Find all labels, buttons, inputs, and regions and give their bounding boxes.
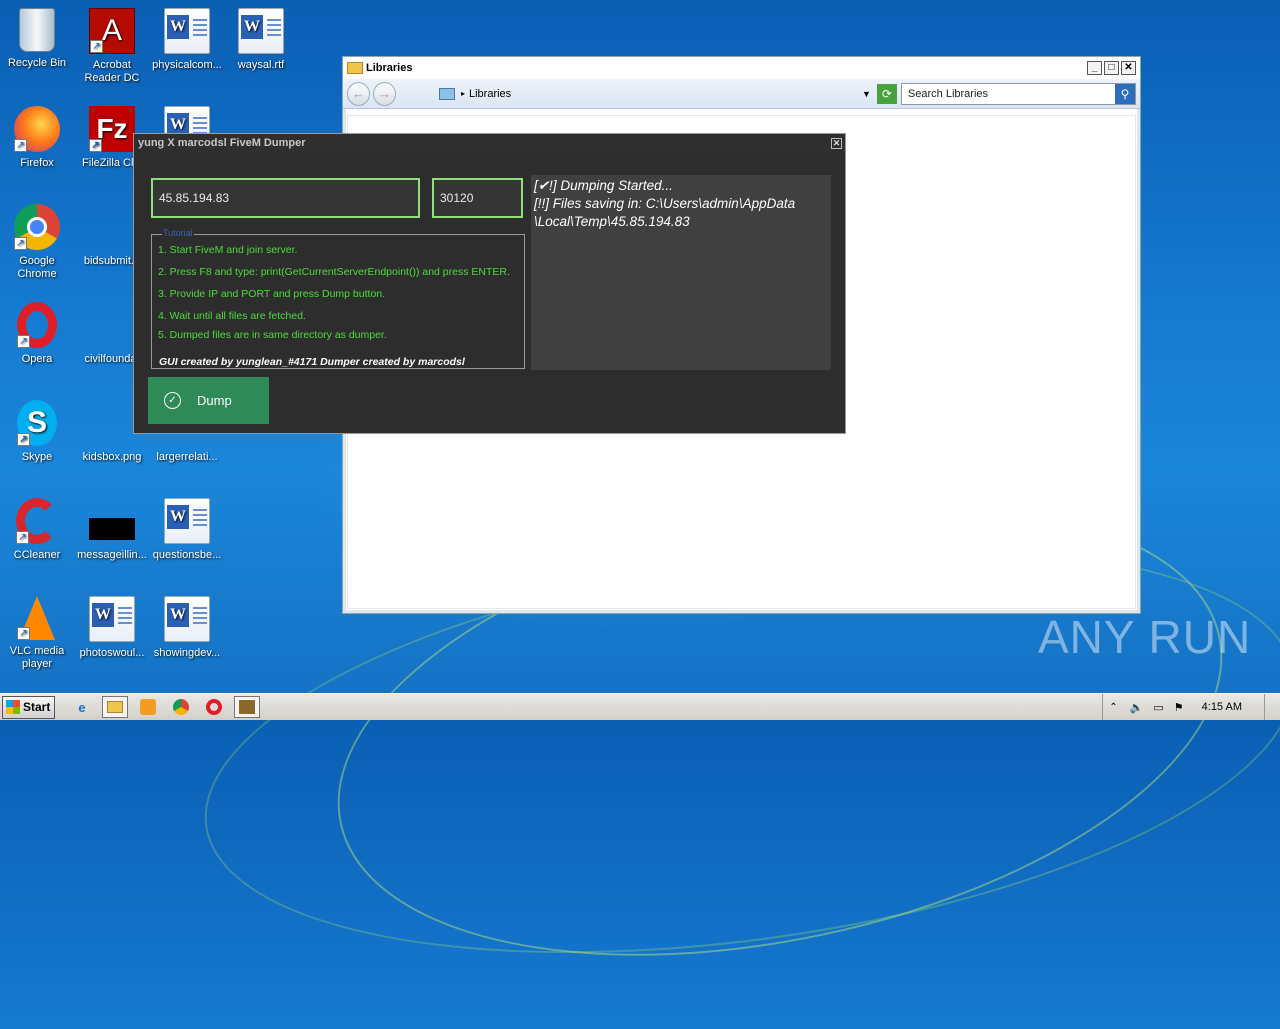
clock[interactable]: 4:15 AM	[1202, 701, 1242, 713]
breadcrumb-arrow-icon[interactable]: ▸	[461, 89, 465, 98]
action-center-flag-icon[interactable]: ⚑	[1174, 701, 1184, 714]
explorer-title: Libraries	[366, 62, 413, 74]
recycle-bin-icon	[19, 8, 55, 52]
file-icon	[89, 204, 135, 250]
file-icon	[89, 302, 135, 348]
address-text: Libraries	[468, 87, 512, 100]
chevron-down-icon[interactable]: ▼	[862, 89, 871, 99]
vlc-icon: ↗	[17, 596, 55, 640]
tutorial-step: 1. Start FiveM and join server.	[158, 244, 298, 256]
port-input[interactable]: 30120	[432, 178, 523, 218]
folder-icon	[347, 62, 363, 74]
close-icon[interactable]: ✕	[831, 137, 842, 149]
start-button[interactable]: Start	[2, 695, 55, 719]
dumper-titlebar[interactable]: yung X marcodsl FiveM Dumper ✕	[134, 134, 845, 152]
desktop-icon-waysal[interactable]: waysal.rtf	[224, 8, 298, 72]
desktop-icon-vlc[interactable]: ↗ VLC media player	[0, 596, 74, 671]
desktop-icon-firefox[interactable]: ↗ Firefox	[0, 106, 74, 170]
anyrun-watermark: ANY RUN	[1038, 611, 1252, 663]
image-icon	[89, 400, 135, 446]
refresh-icon[interactable]: ⟳	[876, 83, 897, 104]
dump-button-label: Dump	[197, 393, 232, 408]
chrome-taskbar-icon[interactable]	[168, 696, 194, 718]
log-line: [✔!] Dumping Started...	[534, 178, 673, 193]
system-tray: ⌃ 🔈 ▭ ⚑ 4:15 AM	[1102, 694, 1280, 720]
desktop-icon-skype[interactable]: S ↗ Skype	[0, 400, 74, 464]
search-icon[interactable]: ⚲	[1114, 83, 1135, 104]
network-icon[interactable]: ▭	[1153, 701, 1163, 714]
word-doc-icon	[238, 8, 284, 54]
tutorial-step: 2. Press F8 and type: print(GetCurrentSe…	[158, 266, 510, 278]
desktop-icon-showingdev[interactable]: showingdev...	[150, 596, 224, 660]
ie-icon[interactable]: e	[69, 696, 95, 718]
desktop-icon-messageillin[interactable]: messageillin...	[75, 498, 149, 562]
firefox-icon: ↗	[14, 106, 60, 152]
dump-button[interactable]: ✓ Dump	[148, 377, 269, 424]
opera-taskbar-icon[interactable]	[201, 696, 227, 718]
tutorial-groupbox: Tutorial 1. Start FiveM and join server.…	[151, 228, 525, 369]
desktop-icon-photoswoul[interactable]: photoswoul...	[75, 596, 149, 660]
libraries-icon	[438, 87, 455, 100]
desktop-icon-acrobat[interactable]: A ↗ Acrobat Reader DC	[75, 8, 149, 85]
desktop-icon-recycle-bin[interactable]: Recycle Bin	[0, 8, 74, 70]
log-line: [!!] Files saving in: C:\Users\admin\App…	[534, 196, 796, 211]
tray-expand-icon[interactable]: ⌃	[1109, 702, 1117, 713]
windows-flag-icon	[6, 700, 20, 714]
search-placeholder: Search Libraries	[907, 87, 989, 100]
log-output: [✔!] Dumping Started... [!!] Files savin…	[531, 175, 831, 370]
ccleaner-icon: ↗	[16, 498, 58, 544]
close-button[interactable]: ✕	[1121, 61, 1136, 75]
explorer-taskbar-icon[interactable]	[102, 696, 128, 718]
log-line: \Local\Temp\45.85.194.83	[534, 214, 690, 229]
tutorial-step: 5. Dumped files are in same directory as…	[158, 329, 387, 341]
ip-input[interactable]: 45.85.194.83	[151, 178, 420, 218]
word-doc-icon	[89, 596, 135, 642]
desktop-icon-questionsbe[interactable]: questionsbe...	[150, 498, 224, 562]
filezilla-icon: Fz ↗	[89, 106, 135, 152]
word-doc-icon	[164, 8, 210, 54]
opera-icon: ↗	[17, 302, 57, 348]
desktop-icon-ccleaner[interactable]: ↗ CCleaner	[0, 498, 74, 562]
skype-icon: S ↗	[17, 400, 57, 446]
credit-text: GUI created by yunglean_#4171 Dumper cre…	[159, 356, 465, 368]
media-player-icon[interactable]	[135, 696, 161, 718]
explorer-titlebar[interactable]: Libraries _ □ ✕	[343, 57, 1140, 79]
word-doc-icon	[164, 498, 210, 544]
desktop-icon-physicalcom[interactable]: physicalcom...	[150, 8, 224, 72]
search-input[interactable]: Search Libraries ⚲	[900, 82, 1136, 105]
maximize-button[interactable]: □	[1104, 61, 1119, 75]
tutorial-step: 3. Provide IP and PORT and press Dump bu…	[158, 288, 386, 300]
dumper-title: yung X marcodsl FiveM Dumper	[138, 137, 306, 149]
chrome-icon: ↗	[14, 204, 60, 250]
check-circle-icon: ✓	[164, 392, 181, 409]
dumper-taskbar-icon[interactable]	[234, 696, 260, 718]
tutorial-step: 4. Wait until all files are fetched.	[158, 310, 306, 322]
minimize-button[interactable]: _	[1087, 61, 1102, 75]
back-icon[interactable]: ←	[347, 81, 370, 106]
acrobat-icon: A ↗	[89, 8, 135, 54]
volume-icon[interactable]: 🔈	[1130, 701, 1144, 714]
dumper-window[interactable]: yung X marcodsl FiveM Dumper ✕ 45.85.194…	[133, 133, 846, 434]
address-bar[interactable]: ▸ Libraries ▼ ⟳	[438, 83, 897, 105]
desktop-icon-opera[interactable]: ↗ Opera	[0, 302, 74, 366]
show-desktop-button[interactable]	[1264, 694, 1274, 720]
word-doc-icon	[164, 596, 210, 642]
start-label: Start	[23, 700, 51, 714]
image-icon	[89, 518, 135, 540]
explorer-navbar: ← → ▸ Libraries ▼ ⟳ Search Libraries ⚲	[343, 79, 1140, 109]
tutorial-label: Tutorial	[162, 228, 194, 238]
taskbar: Start e ⌃ 🔈 ▭ ⚑ 4:15 AM	[0, 693, 1280, 720]
desktop-icon-chrome[interactable]: ↗ Google Chrome	[0, 204, 74, 281]
forward-icon[interactable]: →	[372, 81, 396, 106]
